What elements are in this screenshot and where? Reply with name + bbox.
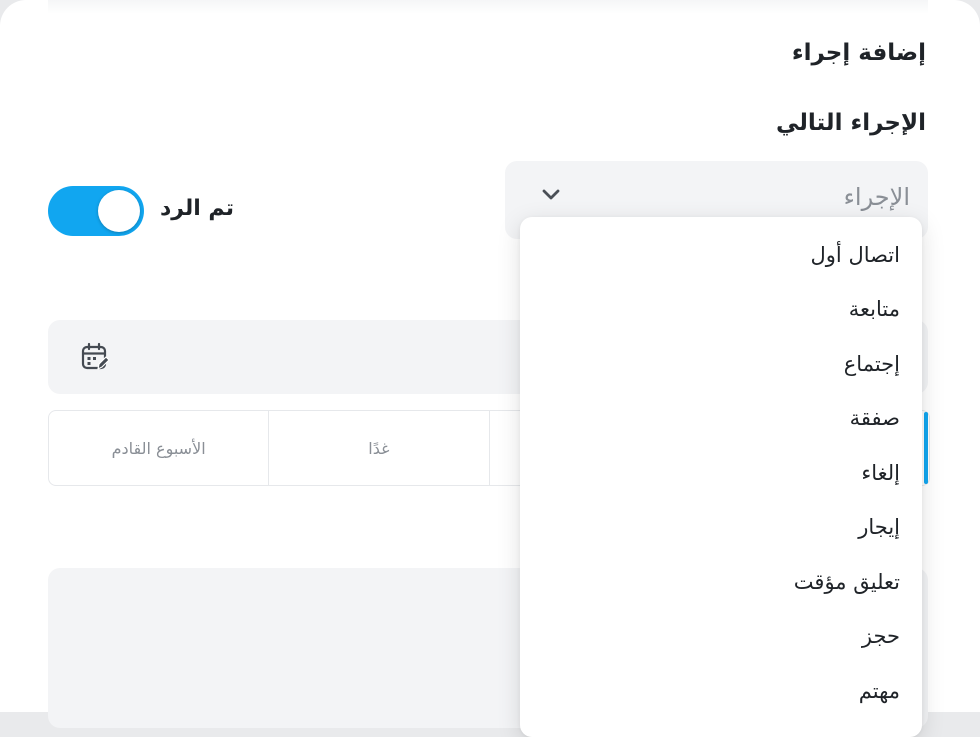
action-select-placeholder: الإجراء bbox=[843, 183, 910, 211]
bottom-sheet: إضافة إجراء الإجراء التالي الإجراء تم ال… bbox=[0, 0, 980, 737]
chevron-down-icon bbox=[542, 189, 560, 200]
replied-label: تم الرد bbox=[160, 196, 234, 221]
menu-item-first-call[interactable]: اتصال أول bbox=[811, 235, 900, 275]
toggle-knob bbox=[98, 190, 140, 232]
quick-date-tomorrow[interactable]: غدًا bbox=[269, 411, 490, 485]
menu-item-rent[interactable]: إيجار bbox=[858, 507, 900, 547]
menu-item-cancel[interactable]: إلغاء bbox=[861, 453, 900, 493]
menu-item-booking[interactable]: حجز bbox=[862, 616, 900, 656]
section-title: إضافة إجراء bbox=[791, 40, 926, 66]
menu-item-meeting[interactable]: إجتماع bbox=[844, 344, 900, 384]
menu-item-follow-up[interactable]: متابعة bbox=[849, 289, 900, 329]
next-action-label: الإجراء التالي bbox=[776, 110, 926, 136]
menu-item-deal[interactable]: صفقة bbox=[850, 398, 900, 438]
calendar-edit-icon bbox=[81, 342, 110, 370]
menu-item-suspend[interactable]: تعليق مؤقت bbox=[794, 562, 900, 602]
sheet-top-divider bbox=[48, 0, 928, 14]
selected-date-indicator bbox=[924, 412, 928, 484]
action-dropdown-menu: اتصال أول متابعة إجتماع صفقة إلغاء إيجار… bbox=[520, 217, 922, 737]
quick-date-next-week[interactable]: الأسبوع القادم bbox=[49, 411, 270, 485]
replied-toggle[interactable] bbox=[48, 186, 144, 236]
menu-item-interested[interactable]: مهتم bbox=[859, 671, 900, 711]
